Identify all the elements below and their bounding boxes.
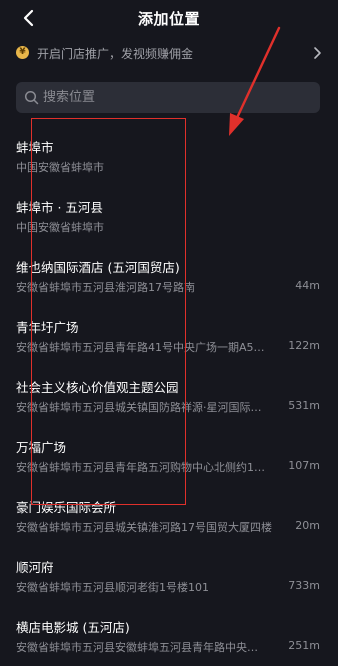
search-icon	[24, 90, 39, 105]
location-name: 青年圩广场	[16, 320, 79, 335]
location-list: 蚌埠市 中国安徽省蚌埠市 蚌埠市 · 五河县 中国安徽省蚌埠市 维也纳国际酒店 …	[0, 126, 338, 666]
search-box[interactable]	[16, 82, 320, 113]
location-address: 安徽省蚌埠市五河县城关镇国防路祥源·星河国际…	[16, 401, 262, 414]
location-item[interactable]: 社会主义核心价值观主题公园 安徽省蚌埠市五河县城关镇国防路祥源·星河国际… 53…	[0, 366, 338, 426]
promo-text: 开启门店推广，发视频赚佣金	[37, 47, 194, 61]
promo-banner[interactable]: ¥ 开启门店推广，发视频赚佣金	[0, 40, 338, 68]
location-distance: 733m	[288, 579, 320, 592]
location-address: 安徽省蚌埠市五河县安徽蚌埠五河县青年路中央…	[16, 641, 258, 654]
location-distance: 44m	[295, 279, 320, 292]
location-address: 中国安徽省蚌埠市	[16, 221, 104, 234]
location-distance: 531m	[288, 399, 320, 412]
location-name: 社会主义核心价值观主题公园	[16, 380, 179, 395]
location-distance: 20m	[295, 519, 320, 532]
location-name: 维也纳国际酒店 (五河国贸店)	[16, 260, 180, 275]
chevron-right-icon	[314, 47, 321, 59]
location-name: 蚌埠市	[16, 140, 54, 155]
location-item[interactable]: 维也纳国际酒店 (五河国贸店) 安徽省蚌埠市五河县淮河路17号路南 44m	[0, 246, 338, 306]
location-name: 蚌埠市 · 五河县	[16, 200, 103, 215]
location-address: 安徽省蚌埠市五河县城关镇淮河路17号国贸大厦四楼	[16, 521, 272, 534]
search-input[interactable]	[43, 82, 313, 113]
location-item[interactable]: 蚌埠市 · 五河县 中国安徽省蚌埠市	[0, 186, 338, 246]
location-item[interactable]: 豪门娱乐国际会所 安徽省蚌埠市五河县城关镇淮河路17号国贸大厦四楼 20m	[0, 486, 338, 546]
location-name: 顺河府	[16, 560, 54, 575]
location-address: 安徽省蚌埠市五河县青年路五河购物中心北侧约1…	[16, 461, 265, 474]
location-item[interactable]: 横店电影城 (五河店) 安徽省蚌埠市五河县安徽蚌埠五河县青年路中央… 251m	[0, 606, 338, 666]
location-address: 安徽省蚌埠市五河县青年路41号中央广场一期A5…	[16, 341, 265, 354]
coin-icon: ¥	[16, 46, 29, 59]
location-item[interactable]: 青年圩广场 安徽省蚌埠市五河县青年路41号中央广场一期A5… 122m	[0, 306, 338, 366]
location-distance: 122m	[288, 339, 320, 352]
location-address: 安徽省蚌埠市五河县淮河路17号路南	[16, 281, 195, 294]
page-title: 添加位置	[137, 10, 200, 28]
location-item[interactable]: 万福广场 安徽省蚌埠市五河县青年路五河购物中心北侧约1… 107m	[0, 426, 338, 486]
location-distance: 251m	[288, 639, 320, 652]
top-bar: 添加位置	[0, 0, 338, 36]
location-item[interactable]: 顺河府 安徽省蚌埠市五河县顺河老街1号楼101 733m	[0, 546, 338, 606]
location-name: 横店电影城 (五河店)	[16, 620, 130, 635]
location-name: 万福广场	[16, 440, 67, 455]
location-address: 安徽省蚌埠市五河县顺河老街1号楼101	[16, 581, 209, 594]
location-address: 中国安徽省蚌埠市	[16, 161, 104, 174]
location-item[interactable]: 蚌埠市 中国安徽省蚌埠市	[0, 126, 338, 186]
location-distance: 107m	[288, 459, 320, 472]
location-name: 豪门娱乐国际会所	[16, 500, 117, 515]
